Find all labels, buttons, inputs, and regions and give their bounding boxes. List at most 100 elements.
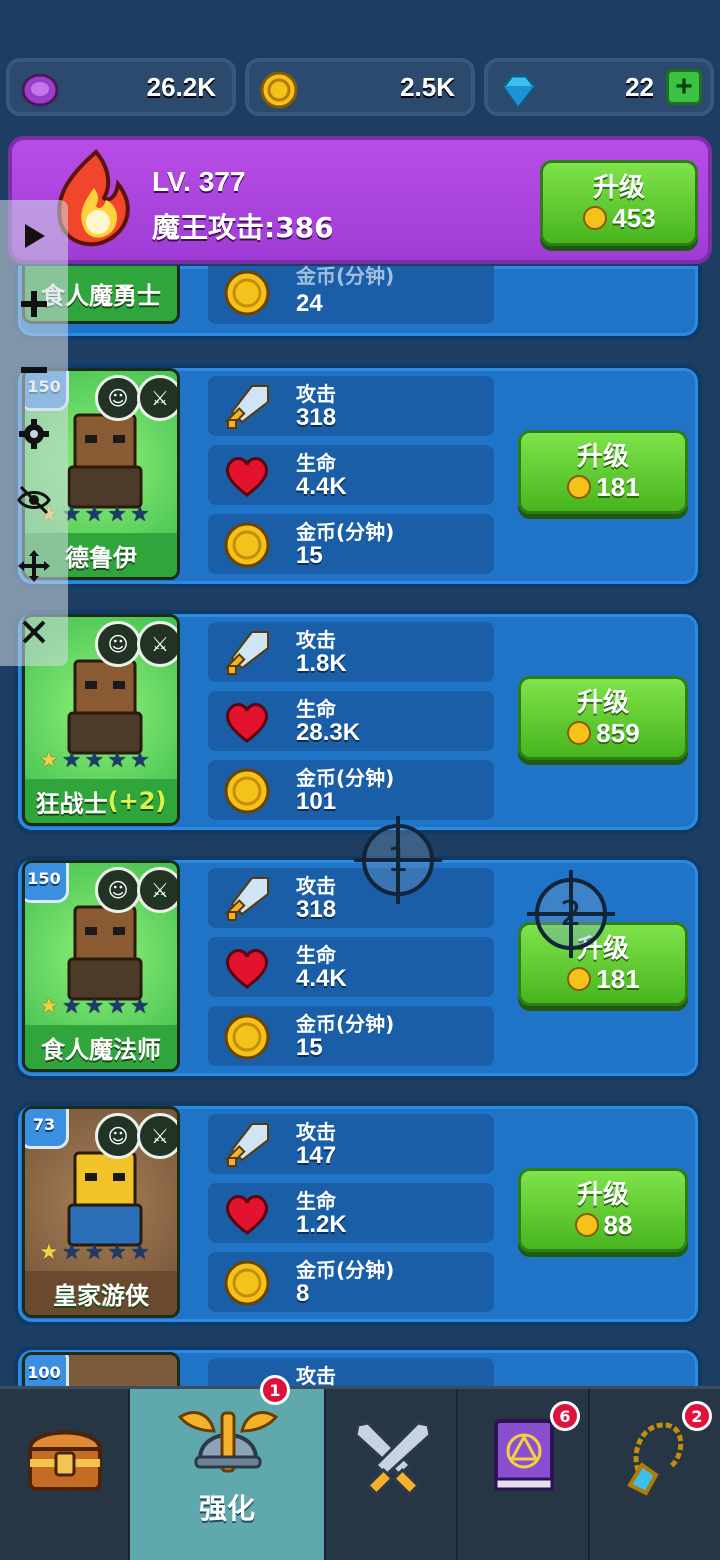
hero-name: 食人魔法师 xyxy=(41,1035,161,1064)
upgrade-label: 升级 xyxy=(576,1179,629,1210)
coin-stat: 金币(分钟) 15 xyxy=(208,514,494,574)
hero-name: 德鲁伊 xyxy=(65,543,137,572)
coin-value: 24 xyxy=(296,290,323,317)
star-icon: ★ xyxy=(129,1240,150,1265)
boss-upgrade-button[interactable]: 升级 453 xyxy=(540,160,698,246)
gold-coin-icon xyxy=(222,520,272,570)
tab-equipment[interactable]: 2 xyxy=(590,1389,720,1560)
gold-currency-display: 2.5K xyxy=(245,58,475,116)
hero-name: 皇家游侠 xyxy=(53,1281,149,1310)
hero-class-icon: ☺ xyxy=(95,1113,141,1159)
tab-spellbook[interactable]: 6 xyxy=(458,1389,590,1560)
coin-label: 金币(分钟) xyxy=(296,264,395,288)
hero-stars: ★★★★★ xyxy=(39,1240,150,1265)
attack-stat: 攻击 147 xyxy=(208,1114,494,1174)
tab-label: 强化 xyxy=(198,1492,255,1525)
gem-currency-value: 22 xyxy=(625,71,654,102)
gear-icon[interactable] xyxy=(14,414,54,454)
zoom-in-icon[interactable] xyxy=(14,284,54,324)
sword-icon xyxy=(222,874,272,924)
gem-icon xyxy=(498,70,538,117)
crosshair-marker-1[interactable]: 1 xyxy=(354,816,442,904)
star-icon: ★ xyxy=(39,748,59,773)
upgrade-cost-row: 453 xyxy=(582,202,656,234)
plus-icon: + xyxy=(675,70,693,103)
attack-value: 318 xyxy=(296,404,337,431)
hero-card[interactable]: 73 ☺ ⚔ ★ ★ ★ ★ ★ 皇家游侠 xyxy=(22,1106,180,1318)
heart-icon xyxy=(222,1189,272,1239)
gold-coin-icon xyxy=(567,721,592,745)
hero-card[interactable]: 150 ☺ ⚔ ★ ★ ★ ★ ★ 食人魔法师 xyxy=(22,860,180,1072)
hp-stat: 生命 28.3K xyxy=(208,691,494,751)
attack-label: 攻击 xyxy=(296,874,336,898)
star-icon: ★ xyxy=(84,502,105,527)
crosshair-marker-2[interactable]: 2 xyxy=(527,870,615,958)
sword-icon xyxy=(222,382,272,432)
hero-panel: ☺ ⚔ ★ ★ ★ ★ ★ 狂战士 (+2) 攻击 1.8K 生命 28.3K 金币(分钟… xyxy=(14,610,702,834)
hp-label: 生命 xyxy=(296,451,336,475)
hero-panel-partial: 食人魔勇士 金币(分钟) 24 xyxy=(14,264,702,340)
star-icon: ★ xyxy=(129,502,150,527)
upgrade-label: 升级 xyxy=(592,172,645,203)
tab-battle[interactable] xyxy=(326,1389,458,1560)
attack-value: 1.8K xyxy=(296,650,347,677)
move-icon[interactable] xyxy=(14,546,54,586)
spellbook-icon xyxy=(494,1419,554,1491)
upgrade-cost: 181 xyxy=(596,963,640,994)
winged-helmet-icon xyxy=(177,1411,279,1473)
close-icon[interactable] xyxy=(14,612,54,652)
attack-label: 攻击 xyxy=(296,1364,336,1388)
floating-toolbar xyxy=(0,200,68,666)
tab-treasure[interactable] xyxy=(0,1389,130,1560)
crosshair-number: 1 xyxy=(387,840,409,880)
hero-class-icon: ☺ xyxy=(95,621,141,667)
bottom-nav: 强化 1 6 2 xyxy=(0,1375,720,1560)
attack-value: 318 xyxy=(296,896,337,923)
upgrade-cost-row: 181 xyxy=(566,472,640,503)
hp-stat: 生命 4.4K xyxy=(208,445,494,505)
hero-name-plate: 食人魔法师 xyxy=(25,1025,177,1069)
hero-level-badge: 150 xyxy=(25,863,69,903)
coin-stat: 金币(分钟) 24 xyxy=(208,264,494,324)
hide-eye-icon[interactable] xyxy=(14,480,54,520)
hp-label: 生命 xyxy=(296,697,336,721)
star-icon: ★ xyxy=(129,748,150,773)
hero-panel: 150 ☺ ⚔ ★★★★★ 德鲁伊 攻击 318 生命 4.4K 金币(分钟) xyxy=(14,364,702,588)
upgrade-label: 升级 xyxy=(576,687,629,718)
boss-level: LV. 377 xyxy=(152,166,246,197)
coin-stat: 金币(分钟) 8 xyxy=(208,1252,494,1312)
upgrade-cost: 453 xyxy=(612,202,656,233)
star-icon: ★ xyxy=(84,994,105,1019)
coin-label: 金币(分钟) xyxy=(296,766,395,790)
sword-icon xyxy=(222,1120,272,1170)
attack-stat: 攻击 318 xyxy=(208,868,494,928)
heart-icon xyxy=(222,697,272,747)
heart-icon xyxy=(222,451,272,501)
coin-value: 15 xyxy=(296,542,323,569)
coin-label: 金币(分钟) xyxy=(296,1258,395,1282)
purple-coin-icon xyxy=(20,70,60,117)
play-icon[interactable] xyxy=(14,216,54,256)
hp-value: 1.2K xyxy=(296,1211,347,1238)
attack-label: 攻击 xyxy=(296,628,336,652)
hero-panel: 73 ☺ ⚔ ★ ★ ★ ★ ★ 皇家游侠 攻击 147 生命 1.2K 金币(分钟) xyxy=(14,1102,702,1326)
star-icon: ★ xyxy=(61,1240,82,1265)
gold-coin-icon xyxy=(583,206,608,230)
hero-upgrade-button[interactable]: 升级 88 xyxy=(518,1168,688,1252)
attack-stat: 攻击 318 xyxy=(208,376,494,436)
hp-label: 生命 xyxy=(296,1189,336,1213)
weapon-type-icon: ⚔ xyxy=(137,1113,177,1159)
coin-stat: 金币(分钟) 15 xyxy=(208,1006,494,1066)
upgrade-cost-row: 88 xyxy=(574,1210,632,1241)
hero-level: 150 xyxy=(27,868,61,888)
add-gems-button[interactable]: + xyxy=(666,69,702,105)
hero-class-icon: ☺ xyxy=(95,375,141,421)
hero-upgrade-button[interactable]: 升级 859 xyxy=(518,676,688,760)
notification-badge: 6 xyxy=(550,1401,580,1431)
zoom-out-icon[interactable] xyxy=(14,350,54,390)
coin-label: 金币(分钟) xyxy=(296,1012,395,1036)
star-icon: ★ xyxy=(107,994,127,1019)
tab-upgrade[interactable]: 强化 1 xyxy=(130,1375,326,1560)
coin-value: 8 xyxy=(296,1280,310,1307)
hero-upgrade-button[interactable]: 升级 181 xyxy=(518,430,688,514)
